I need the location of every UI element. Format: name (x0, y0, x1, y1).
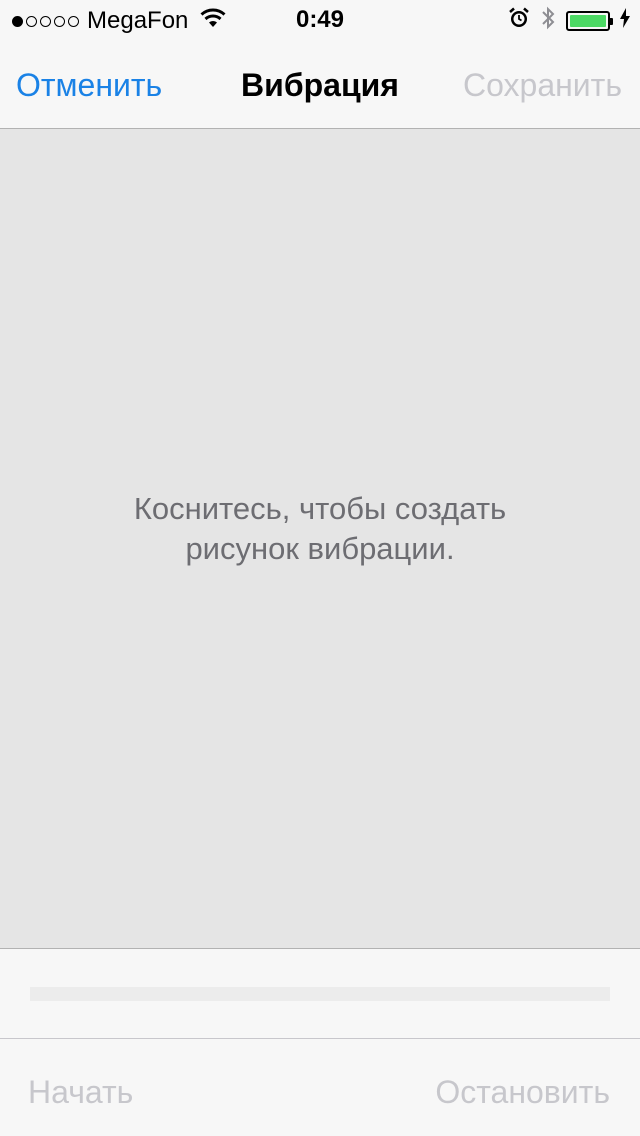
recording-hint: Коснитесь, чтобы создать рисунок вибраци… (133, 491, 507, 566)
status-right (508, 6, 630, 36)
bluetooth-icon (540, 5, 556, 38)
alarm-icon (508, 7, 530, 36)
bottom-toolbar: Начать Остановить (0, 1039, 640, 1136)
battery-cap (610, 18, 613, 25)
battery-level (570, 15, 606, 27)
battery-icon (566, 11, 613, 31)
playback-section (0, 949, 640, 1039)
vibration-recording-area[interactable]: Коснитесь, чтобы создать рисунок вибраци… (0, 129, 640, 949)
save-button[interactable]: Сохранить (463, 66, 622, 104)
playback-progress-bar (30, 987, 610, 1001)
navigation-bar: Отменить Вибрация Сохранить (0, 40, 640, 129)
stop-button[interactable]: Остановить (435, 1073, 610, 1111)
start-button[interactable]: Начать (28, 1073, 133, 1111)
charging-icon (620, 7, 630, 35)
status-bar: MegaFon 0:49 (0, 0, 640, 40)
